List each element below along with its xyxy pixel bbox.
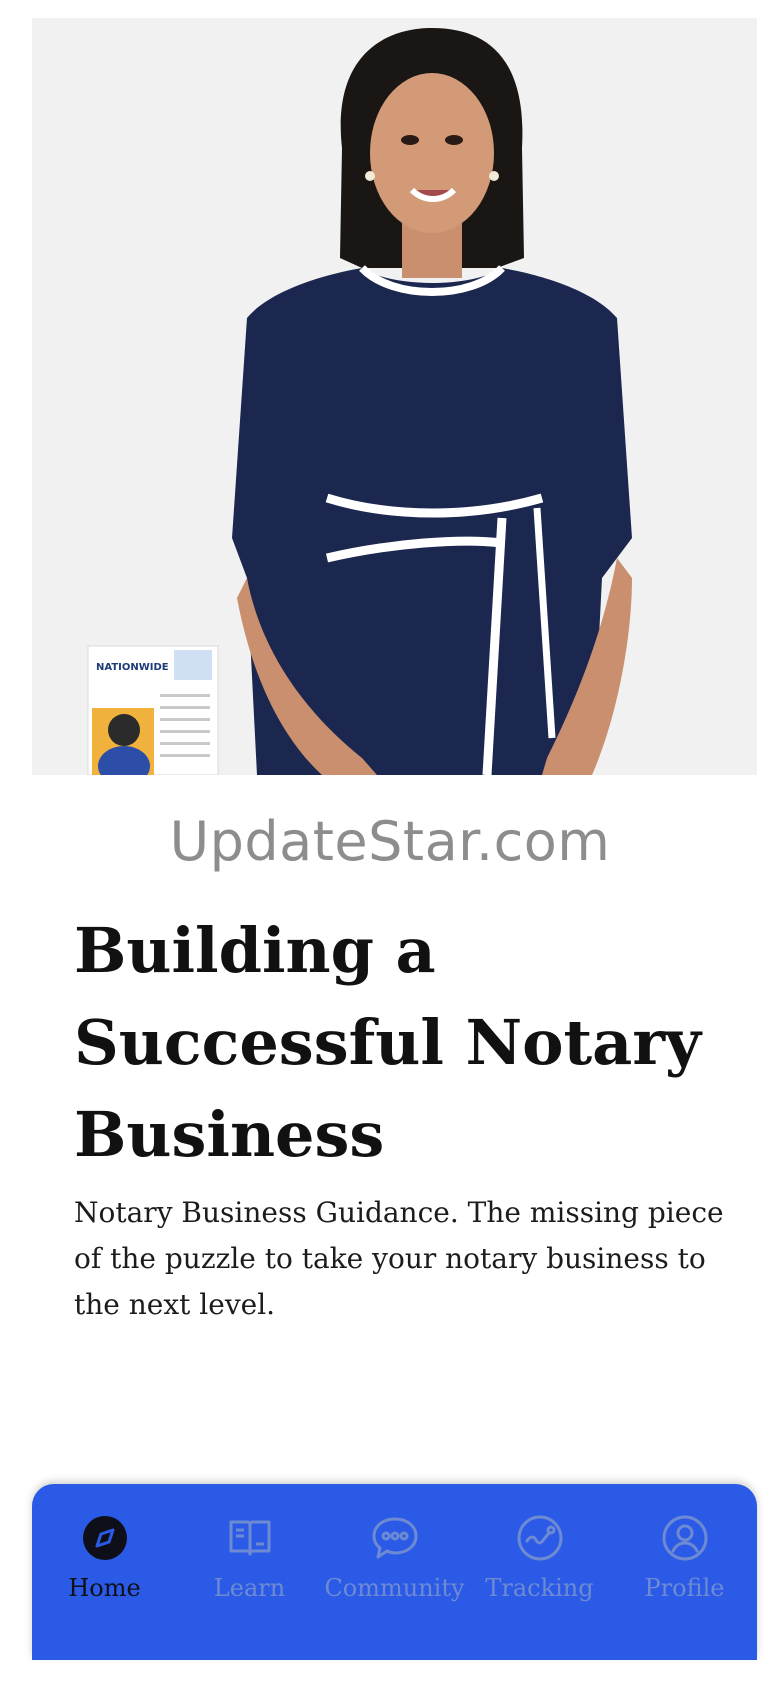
nav-tab-profile[interactable]: Profile [612, 1484, 757, 1660]
nav-label-tracking: Tracking [485, 1574, 594, 1602]
nav-label-profile: Profile [644, 1574, 725, 1602]
title-line: Successful Notary [74, 1006, 702, 1079]
title-line: Building a [74, 914, 436, 987]
nav-tab-learn[interactable]: Learn [177, 1484, 322, 1660]
nav-tab-home[interactable]: Home [32, 1484, 177, 1660]
description-line: the next level. [74, 1288, 276, 1321]
title-line: Business [74, 1098, 385, 1171]
tracking-icon [514, 1512, 566, 1564]
nav-label-home: Home [68, 1574, 141, 1602]
nav-tab-tracking[interactable]: Tracking [467, 1484, 612, 1660]
user-circle-icon [659, 1512, 711, 1564]
flyer-image: NATIONWIDE [87, 645, 219, 775]
hero-photo-illustration: NATIONWIDE [32, 18, 757, 775]
book-icon [224, 1512, 276, 1564]
description-line: of the puzzle to take your notary busine… [74, 1242, 706, 1275]
chat-bubble-icon [369, 1512, 421, 1564]
watermark-text: UpdateStar.com [169, 810, 611, 873]
nav-label-community: Community [324, 1574, 465, 1602]
page-title: Building a Successful Notary Business [74, 905, 734, 1181]
nav-tab-community[interactable]: Community [322, 1484, 467, 1660]
description-line: Notary Business Guidance. The missing pi… [74, 1196, 724, 1229]
bottom-navigation-bar: Home Learn Community Tracking Profile [32, 1484, 757, 1660]
flyer-text: NATIONWIDE [96, 662, 169, 673]
page-description: Notary Business Guidance. The missing pi… [74, 1190, 734, 1328]
hero-image: NATIONWIDE [32, 18, 757, 775]
compass-icon [79, 1512, 131, 1564]
nav-label-learn: Learn [213, 1574, 286, 1602]
